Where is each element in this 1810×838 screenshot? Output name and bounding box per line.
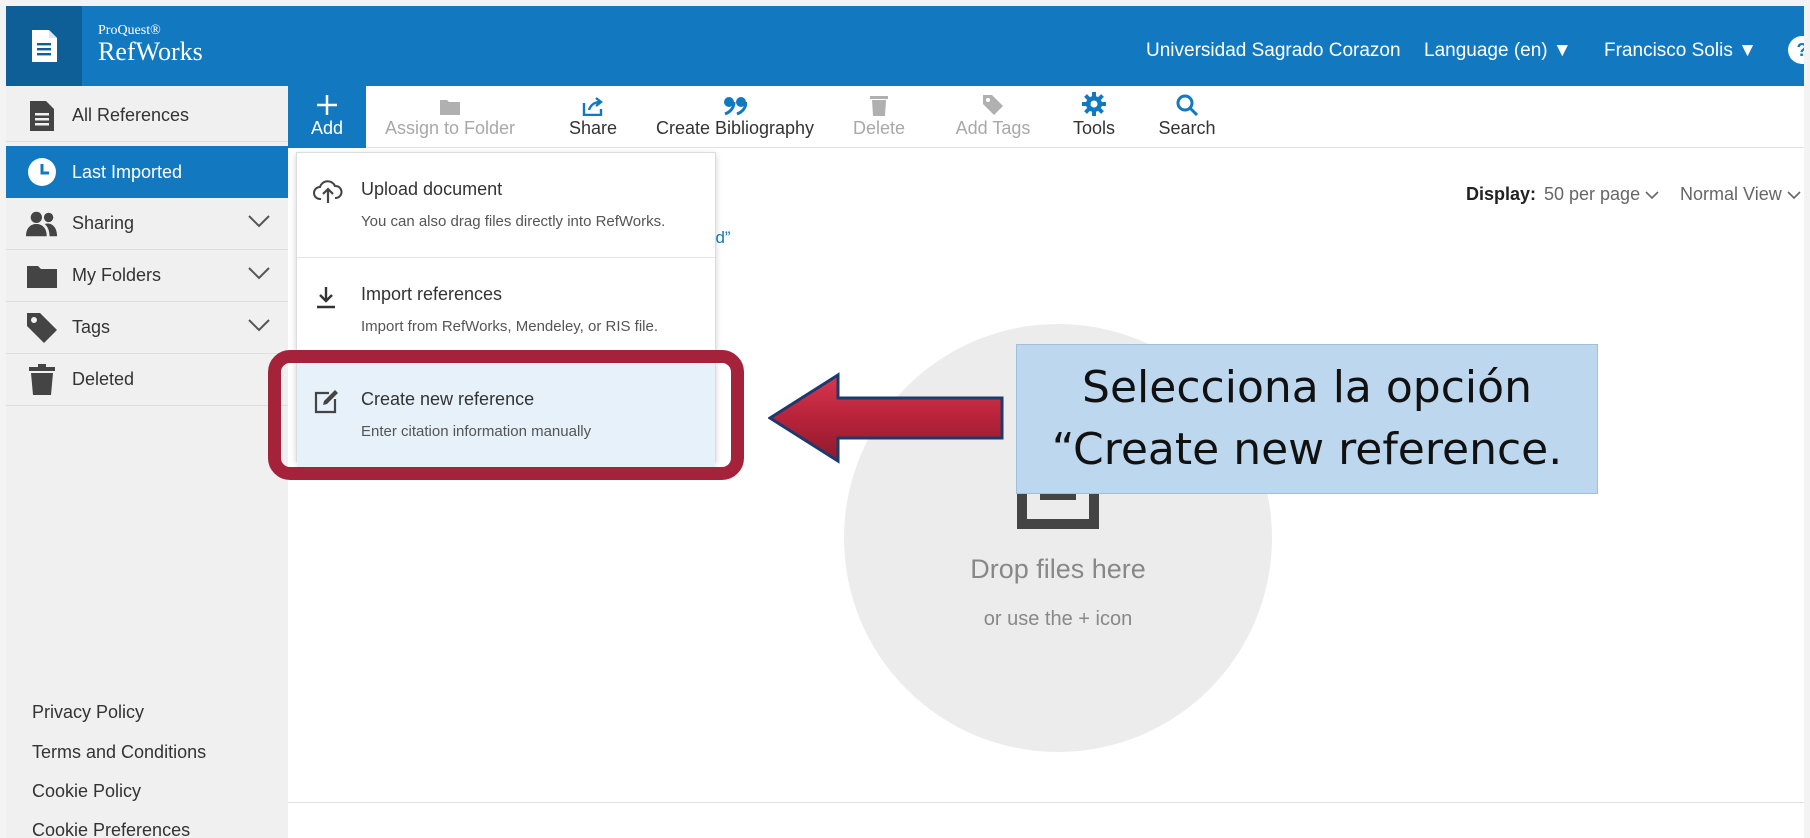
cloud-upload-icon — [313, 180, 343, 203]
instruction-callout: Selecciona la opción “Create new referen… — [1016, 344, 1598, 494]
plus-icon — [317, 95, 337, 115]
per-page-value: 50 per page — [1544, 184, 1641, 204]
drop-files-title: Drop files here — [970, 554, 1146, 584]
chevron-down-icon — [1787, 191, 1801, 200]
tag-icon — [26, 312, 58, 344]
top-header: ProQuest® RefWorks Universidad Sagrado C… — [6, 6, 1804, 86]
search-label: Search — [1158, 118, 1216, 138]
chevron-down-icon[interactable] — [248, 266, 270, 280]
per-page-select[interactable]: 50 per page — [1544, 184, 1659, 205]
gear-icon — [1082, 92, 1106, 116]
brand[interactable]: ProQuest® RefWorks — [98, 24, 203, 66]
search-button[interactable]: Search — [1152, 86, 1222, 148]
sidebar-item-tags[interactable]: Tags — [6, 302, 288, 354]
assign-to-folder-button[interactable]: Assign to Folder — [370, 86, 530, 148]
trash-icon — [870, 96, 888, 116]
delete-button[interactable]: Delete — [844, 86, 914, 148]
tag-icon — [983, 95, 1003, 115]
cookie-policy-link[interactable]: Cookie Policy — [32, 781, 141, 802]
view-select[interactable]: Normal View — [1680, 184, 1801, 205]
sidebar-item-my-folders[interactable]: My Folders — [6, 250, 288, 302]
sidebar-item-label: Last Imported — [72, 161, 183, 182]
document-logo-icon — [32, 30, 57, 62]
callout-line-2: “Create new reference. — [1051, 424, 1563, 475]
tools-label: Tools — [1072, 118, 1116, 138]
create-bibliography-button[interactable]: Create Bibliography — [650, 86, 820, 148]
callout-line-1: Selecciona la opción — [1082, 362, 1532, 413]
share-label: Share — [568, 118, 618, 138]
search-icon — [1176, 94, 1198, 116]
sidebar-item-label: Tags — [72, 317, 111, 337]
app-window: ProQuest® RefWorks Universidad Sagrado C… — [6, 6, 1804, 838]
sidebar-item-all-references[interactable]: All References — [6, 90, 288, 142]
tools-button[interactable]: Tools — [1064, 86, 1124, 148]
menu-item-title: Import references — [361, 284, 503, 304]
share-button[interactable]: Share — [558, 86, 628, 148]
language-menu[interactable]: Language (en) ▼ — [1424, 40, 1572, 62]
folder-icon — [26, 263, 58, 289]
display-label: Display: — [1466, 184, 1537, 204]
clock-icon — [26, 157, 58, 187]
help-icon[interactable]: ? — [1788, 36, 1804, 64]
chevron-down-icon — [1645, 191, 1659, 200]
add-button[interactable]: Add — [288, 86, 366, 148]
divider — [288, 802, 1804, 803]
trash-icon — [26, 363, 58, 396]
view-value: Normal View — [1680, 184, 1782, 204]
arrow-left-icon — [768, 372, 1004, 464]
toolbar: Add Assign to Folder Share Create Biblio… — [288, 86, 1804, 148]
share-icon — [582, 97, 603, 116]
user-menu[interactable]: Francisco Solis ▼ — [1604, 40, 1757, 62]
download-icon — [317, 287, 335, 309]
menu-item-import-references[interactable]: Import references Import from RefWorks, … — [297, 258, 715, 362]
document-icon — [26, 100, 58, 132]
chevron-down-icon[interactable] — [248, 318, 270, 332]
sidebar-item-deleted[interactable]: Deleted — [6, 354, 288, 406]
drop-files-subtitle: or use the + icon — [983, 608, 1133, 630]
chevron-down-icon[interactable] — [248, 214, 270, 228]
add-tags-label: Add Tags — [955, 118, 1031, 138]
sidebar: All References Last Imported Sharing My … — [6, 86, 288, 838]
sidebar-item-last-imported[interactable]: Last Imported — [6, 146, 288, 198]
institution-link[interactable]: Universidad Sagrado Corazon — [1146, 40, 1401, 62]
sidebar-item-label: All References — [72, 105, 190, 125]
menu-item-desc: Import from RefWorks, Mendeley, or RIS f… — [361, 318, 659, 335]
sidebar-item-label: Deleted — [72, 369, 135, 389]
sidebar-item-sharing[interactable]: Sharing — [6, 198, 288, 250]
menu-item-title: Upload document — [361, 179, 503, 199]
refworks-logo[interactable] — [6, 6, 82, 86]
assign-label: Assign to Folder — [384, 118, 516, 138]
privacy-policy-link[interactable]: Privacy Policy — [32, 702, 144, 723]
delete-label: Delete — [852, 118, 906, 138]
sidebar-item-label: My Folders — [72, 265, 162, 285]
cookie-preferences-link[interactable]: Cookie Preferences — [32, 820, 190, 838]
add-label: Add — [310, 118, 344, 138]
folder-icon — [440, 100, 460, 115]
quote-icon — [724, 97, 747, 116]
menu-item-upload-document[interactable]: Upload document You can also drag files … — [297, 153, 715, 257]
users-icon — [26, 210, 58, 238]
highlight-frame — [268, 350, 744, 480]
brand-proquest: ProQuest® — [98, 23, 161, 38]
terms-link[interactable]: Terms and Conditions — [32, 742, 206, 763]
menu-item-desc: You can also drag files directly into Re… — [361, 213, 666, 230]
sidebar-item-label: Sharing — [72, 213, 135, 233]
brand-refworks: RefWorks — [98, 37, 203, 66]
add-tags-button[interactable]: Add Tags — [948, 86, 1038, 148]
bibliography-label: Create Bibliography — [655, 118, 815, 138]
